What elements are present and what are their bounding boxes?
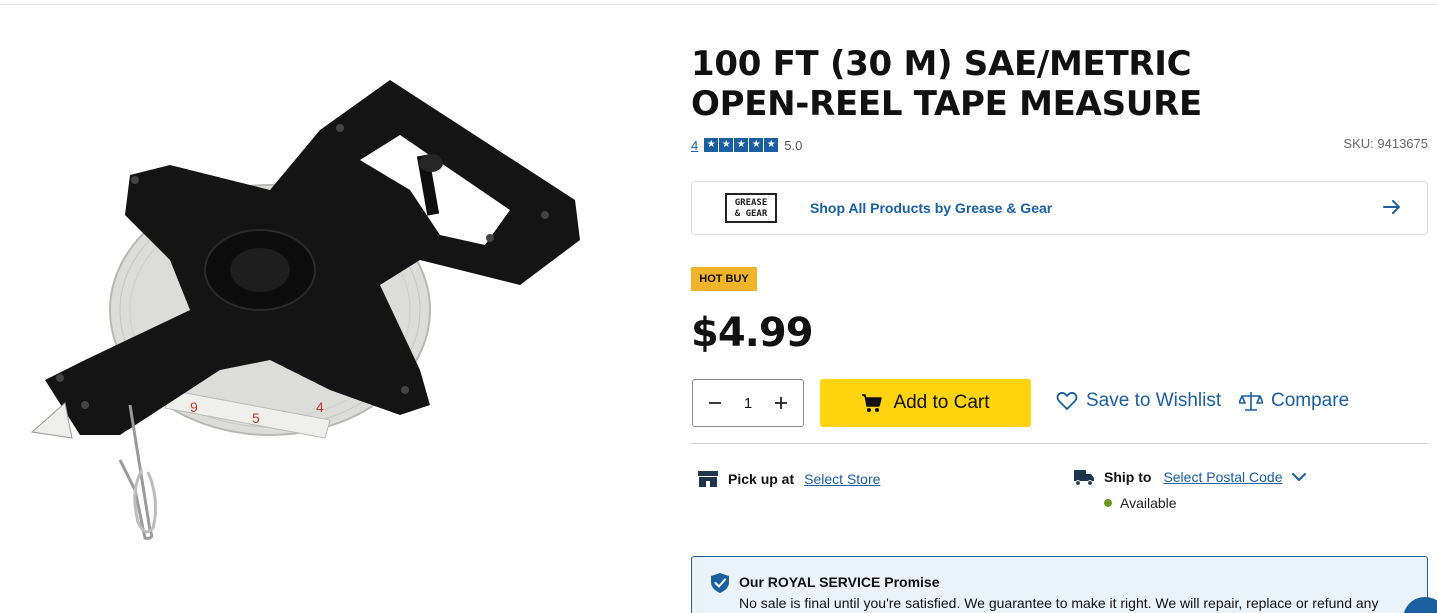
rating-value: 5.0 (784, 137, 803, 153)
product-title-line1: 100 FT (30 M) SAE/METRIC (691, 44, 1192, 84)
add-to-cart-label: Add to Cart (893, 392, 990, 413)
product-title: 100 FT (30 M) SAE/METRIC OPEN-REEL TAPE … (691, 44, 1331, 124)
rating-row: 4 ★ ★ ★ ★ ★ 5.0 (691, 137, 802, 153)
hot-buy-badge: HOT BUY (691, 267, 757, 291)
shop-brand-card[interactable]: GREASE & GEAR Shop All Products by Greas… (691, 181, 1428, 235)
brand-logo-line1: GREASE (734, 198, 768, 208)
status-dot (1104, 499, 1112, 507)
brand-logo: GREASE & GEAR (725, 193, 777, 223)
arrow-right-icon (1381, 196, 1403, 223)
section-divider (691, 443, 1428, 444)
decrease-quantity-button[interactable] (703, 391, 727, 415)
tape-number-1: 9 (190, 399, 198, 415)
promise-title: Our ROYAL SERVICE Promise (739, 574, 940, 590)
minus-icon (709, 402, 721, 404)
star-icon: ★ (764, 138, 779, 152)
sku-number: SKU: 9413675 (1343, 136, 1428, 151)
ship-option: Ship to Select Postal Code (1073, 468, 1307, 486)
wishlist-label: Save to Wishlist (1086, 390, 1222, 411)
increase-quantity-button[interactable] (769, 391, 793, 415)
tape-measure-illustration: 9 5 4 (30, 80, 580, 540)
product-image[interactable]: 9 5 4 (20, 60, 620, 560)
chevron-down-icon[interactable] (1291, 471, 1307, 483)
pickup-option: Pick up at Select Store (697, 470, 880, 488)
review-count-link[interactable]: 4 (691, 138, 698, 153)
heart-icon (1056, 391, 1078, 410)
add-to-cart-button[interactable]: Add to Cart (820, 379, 1031, 427)
header-divider (0, 4, 1437, 5)
save-to-wishlist-button[interactable]: Save to Wishlist (1056, 390, 1221, 412)
product-title-line2: OPEN-REEL TAPE MEASURE (691, 84, 1202, 124)
select-store-link[interactable]: Select Store (804, 471, 880, 487)
star-rating: ★ ★ ★ ★ ★ (704, 138, 779, 152)
star-icon: ★ (704, 138, 719, 152)
shield-check-icon (711, 573, 729, 593)
star-icon: ★ (749, 138, 764, 152)
tape-number-3: 4 (316, 399, 324, 415)
quantity-input[interactable]: 1 (744, 395, 752, 412)
select-postal-code-link[interactable]: Select Postal Code (1163, 469, 1282, 485)
truck-icon (1074, 470, 1094, 486)
quantity-stepper: 1 (692, 379, 804, 427)
brand-logo-line2: & GEAR (734, 209, 768, 219)
ship-label: Ship to (1104, 469, 1152, 485)
scale-icon (1239, 392, 1263, 411)
product-price: $4.99 (691, 310, 814, 356)
availability-status: Available (1104, 495, 1177, 511)
shop-brand-link[interactable]: Shop All Products by Grease & Gear (810, 200, 1052, 216)
plus-icon (775, 397, 787, 409)
cart-icon (862, 394, 883, 412)
pickup-label: Pick up at (728, 471, 795, 487)
store-icon (698, 471, 718, 487)
compare-label: Compare (1271, 390, 1350, 411)
star-icon: ★ (734, 138, 749, 152)
star-icon: ★ (719, 138, 734, 152)
royal-service-promise: Our ROYAL SERVICE Promise No sale is fin… (691, 556, 1428, 613)
promise-text: No sale is final until you're satisfied.… (739, 595, 1379, 611)
tape-number-2: 5 (252, 410, 260, 426)
availability-label: Available (1120, 495, 1177, 511)
compare-button[interactable]: Compare (1239, 390, 1349, 412)
